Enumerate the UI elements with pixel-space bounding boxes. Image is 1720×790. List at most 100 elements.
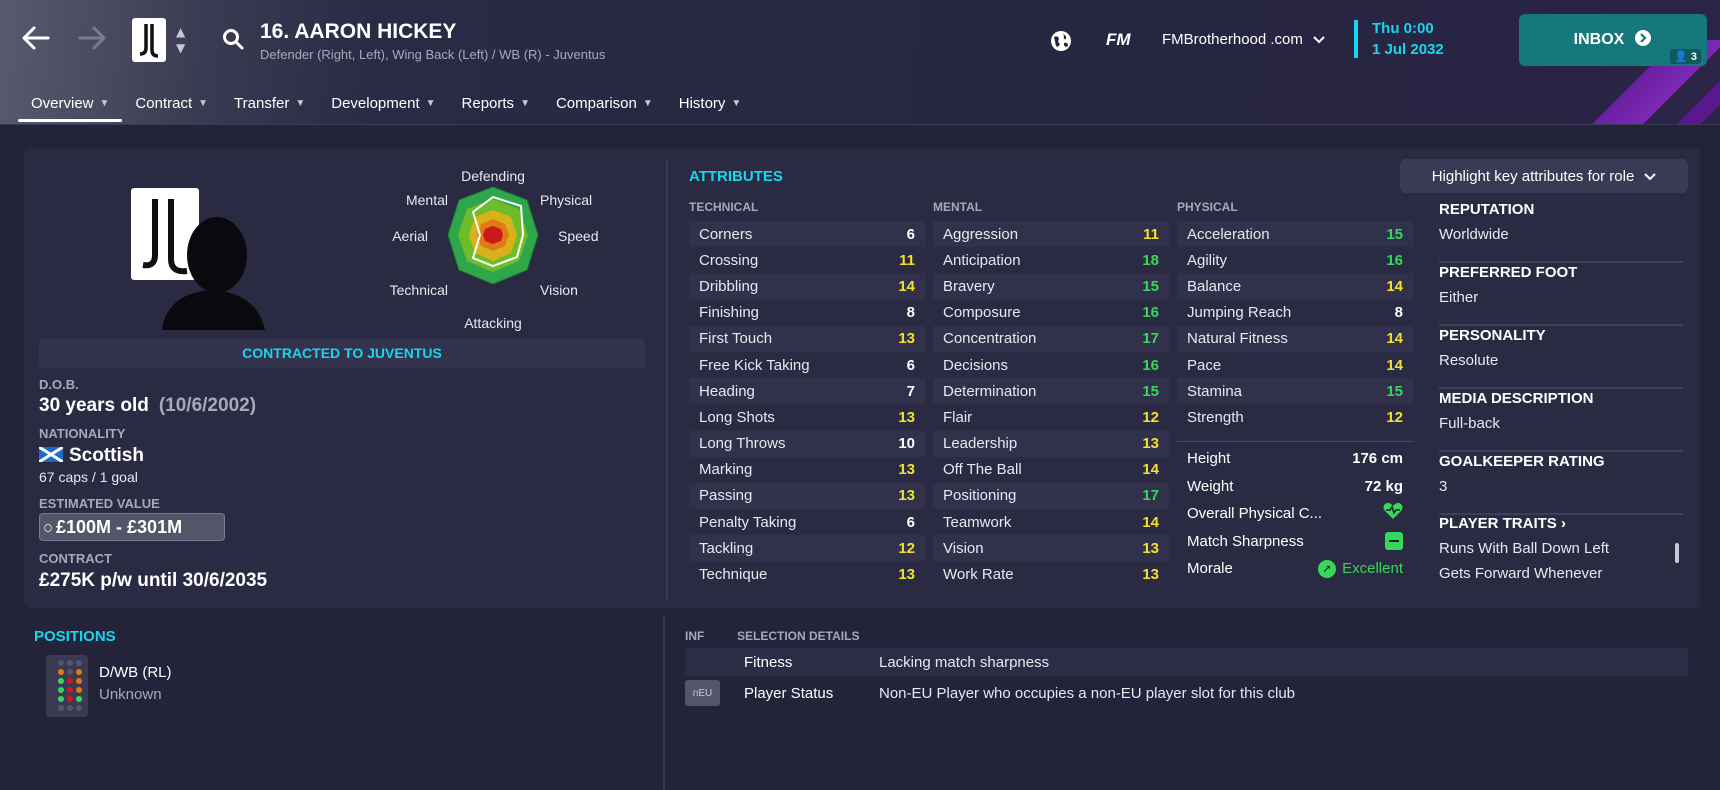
tab-contract[interactable]: Contract ▼ xyxy=(122,88,221,118)
radar-label-speed: Speed xyxy=(558,228,598,244)
inbox-button[interactable]: INBOX 👤 3 xyxy=(1519,14,1707,66)
inbox-count: 3 xyxy=(1690,51,1697,63)
attribute-row-determination[interactable]: Determination 15 xyxy=(933,378,1169,405)
position-name: D/WB (RL) xyxy=(99,664,172,681)
attribute-row-stamina[interactable]: Stamina 15 xyxy=(1177,378,1413,405)
attribute-row-passing[interactable]: Passing 13 xyxy=(689,482,925,510)
tab-comparison[interactable]: Comparison ▼ xyxy=(543,88,666,118)
attribute-name: Decisions xyxy=(943,356,1009,374)
tab-overview[interactable]: Overview ▼ xyxy=(18,88,123,122)
tab-history[interactable]: History ▼ xyxy=(666,88,755,118)
forward-arrow-icon[interactable] xyxy=(74,20,110,56)
player-traits: PLAYER TRAITS › Runs With Ball Down Left… xyxy=(1439,515,1683,582)
nationality-value[interactable]: Scottish xyxy=(39,445,144,467)
estimated-value[interactable]: £100M - £301M xyxy=(39,513,225,541)
attribute-row-acceleration[interactable]: Acceleration 15 xyxy=(1177,221,1413,248)
attribute-row-free-kick-taking[interactable]: Free Kick Taking 6 xyxy=(689,352,925,378)
attribute-row-positioning[interactable]: Positioning 17 xyxy=(933,482,1169,510)
attribute-row-concentration[interactable]: Concentration 17 xyxy=(933,325,1169,352)
position-dot xyxy=(58,696,64,702)
attribute-value: 13 xyxy=(1142,539,1159,557)
overall-condition-label: Overall Physical C... xyxy=(1187,505,1323,523)
attribute-row-decisions[interactable]: Decisions 16 xyxy=(933,352,1169,378)
attribute-row-composure[interactable]: Composure 16 xyxy=(933,300,1169,326)
height-value: 176 cm xyxy=(1352,450,1403,468)
attribute-row-off-the-ball[interactable]: Off The Ball 14 xyxy=(933,457,1169,483)
attribute-row-heading[interactable]: Heading 7 xyxy=(689,378,925,405)
attribute-row-long-shots[interactable]: Long Shots 13 xyxy=(689,404,925,430)
match-sharpness-row[interactable]: Match Sharpness xyxy=(1177,528,1413,556)
attribute-value: 14 xyxy=(1142,461,1159,479)
attribute-name: Work Rate xyxy=(943,566,1014,584)
attribute-name: Aggression xyxy=(943,225,1019,243)
attribute-row-bravery[interactable]: Bravery 15 xyxy=(933,273,1169,300)
player-traits-link[interactable]: PLAYER TRAITS › xyxy=(1439,515,1683,532)
contract-status-banner[interactable]: CONTRACTED TO JUVENTUS xyxy=(39,338,645,368)
goalkeeper-rating: GOALKEEPER RATING 3 xyxy=(1439,452,1683,515)
morale-row[interactable]: Morale ➚ Excellent xyxy=(1177,555,1413,583)
position-dot xyxy=(76,678,82,684)
position-dot xyxy=(58,705,64,711)
attribute-name: Anticipation xyxy=(943,251,1021,269)
highlight-attributes-dropdown[interactable]: Highlight key attributes for role xyxy=(1400,159,1688,193)
attribute-name: Bravery xyxy=(943,277,995,295)
attribute-row-anticipation[interactable]: Anticipation 18 xyxy=(933,247,1169,273)
attribute-row-vision[interactable]: Vision 13 xyxy=(933,535,1169,562)
traits-scrollbar[interactable] xyxy=(1675,543,1679,563)
attribute-row-dribbling[interactable]: Dribbling 14 xyxy=(689,273,925,300)
attribute-row-jumping-reach[interactable]: Jumping Reach 8 xyxy=(1177,300,1413,326)
date-full: 1 Jul 2032 xyxy=(1372,41,1444,58)
attribute-row-teamwork[interactable]: Teamwork 14 xyxy=(933,509,1169,535)
attribute-value: 16 xyxy=(1142,304,1159,322)
radar-label-technical: Technical xyxy=(390,282,448,298)
attribute-value: 13 xyxy=(898,566,915,584)
attribute-row-flair[interactable]: Flair 12 xyxy=(933,404,1169,430)
attribute-row-marking[interactable]: Marking 13 xyxy=(689,457,925,483)
attribute-name: Composure xyxy=(943,304,1021,322)
attribute-row-balance[interactable]: Balance 14 xyxy=(1177,273,1413,300)
attribute-row-aggression[interactable]: Aggression 11 xyxy=(933,221,1169,248)
player-traits-label: PLAYER TRAITS xyxy=(1439,515,1557,532)
back-arrow-icon[interactable] xyxy=(18,20,54,56)
tab-reports[interactable]: Reports ▼ xyxy=(449,88,543,118)
tab-label: Transfer xyxy=(234,94,290,112)
site-dropdown[interactable]: FMBrotherhood .com xyxy=(1162,31,1325,48)
fm-logo[interactable]: FM xyxy=(1106,30,1131,50)
attribute-row-finishing[interactable]: Finishing 8 xyxy=(689,300,925,326)
attribute-row-penalty-taking[interactable]: Penalty Taking 6 xyxy=(689,509,925,535)
attribute-row-long-throws[interactable]: Long Throws 10 xyxy=(689,430,925,457)
selection-row[interactable]: Fitness Lacking match sharpness xyxy=(685,648,1688,676)
tab-transfer[interactable]: Transfer ▼ xyxy=(221,88,318,118)
chevron-down-icon xyxy=(1644,168,1657,185)
attribute-name: Flair xyxy=(943,408,973,426)
selection-row[interactable]: nEU Player Status Non-EU Player who occu… xyxy=(685,679,1688,707)
attribute-value: 13 xyxy=(898,487,915,505)
position-dot xyxy=(67,687,73,693)
attribute-row-strength[interactable]: Strength 12 xyxy=(1177,404,1413,430)
globe-icon[interactable] xyxy=(1048,28,1074,54)
dob-label: D.O.B. xyxy=(39,377,79,392)
club-badge-icon[interactable] xyxy=(132,18,166,62)
attribute-row-crossing[interactable]: Crossing 11 xyxy=(689,247,925,273)
attribute-row-first-touch[interactable]: First Touch 13 xyxy=(689,325,925,352)
media-description-value: Full-back xyxy=(1439,415,1500,432)
position-pitch-icon[interactable] xyxy=(46,655,88,717)
attribute-row-pace[interactable]: Pace 14 xyxy=(1177,352,1413,378)
attribute-row-natural-fitness[interactable]: Natural Fitness 14 xyxy=(1177,325,1413,352)
attribute-row-work-rate[interactable]: Work Rate 13 xyxy=(933,561,1169,587)
game-date[interactable]: Thu 0:00 1 Jul 2032 xyxy=(1354,20,1444,58)
attribute-name: Strength xyxy=(1187,408,1244,426)
attribute-row-technique[interactable]: Technique 13 xyxy=(689,561,925,587)
attribute-row-leadership[interactable]: Leadership 13 xyxy=(933,430,1169,457)
attribute-row-corners[interactable]: Corners 6 xyxy=(689,221,925,248)
attribute-value: 11 xyxy=(899,251,915,269)
search-icon[interactable] xyxy=(222,28,244,50)
tab-development[interactable]: Development ▼ xyxy=(318,88,448,118)
overall-condition-row[interactable]: Overall Physical C... xyxy=(1177,500,1413,528)
tab-bar: Overview ▼ Contract ▼ Transfer ▼ Developmen… xyxy=(18,88,755,122)
player-switch-arrows-icon[interactable]: ▲ ▼ xyxy=(176,24,185,56)
attribute-row-tackling[interactable]: Tackling 12 xyxy=(689,535,925,562)
attribute-name: Acceleration xyxy=(1187,225,1270,243)
attribute-row-agility[interactable]: Agility 16 xyxy=(1177,247,1413,273)
attribute-value: 13 xyxy=(898,330,915,348)
